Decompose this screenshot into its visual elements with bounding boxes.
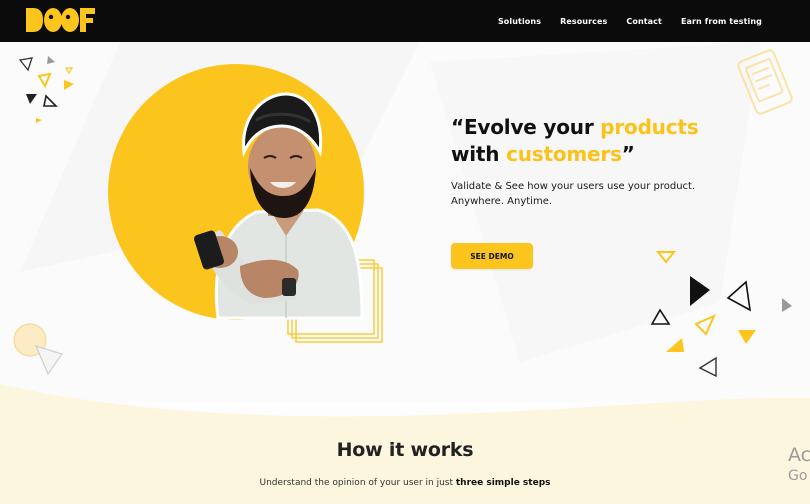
see-demo-button[interactable]: SEE DEMO xyxy=(451,243,533,269)
nav-earn-from-testing[interactable]: Earn from testing xyxy=(681,17,762,26)
top-navbar: Solutions Resources Contact Earn from te… xyxy=(0,0,810,42)
nav-links: Solutions Resources Contact Earn from te… xyxy=(498,0,762,42)
how-it-works-title: How it works xyxy=(336,439,474,461)
headline-close-quote: ” xyxy=(621,142,635,166)
hero-subtext: Validate & See how your users use your p… xyxy=(451,179,731,209)
watermark-line-2: Go xyxy=(788,468,808,484)
circle-triangle-doodle-icon xyxy=(13,323,63,376)
triangles-cluster-right-icon xyxy=(650,251,792,378)
activation-watermark: Ac Go xyxy=(788,444,810,486)
hero-subtext-line-2: Anywhere. Anytime. xyxy=(451,196,553,207)
headline-accent-customers: customers xyxy=(506,142,622,166)
doof-logo[interactable] xyxy=(24,5,96,35)
tablet-doodle-icon xyxy=(737,49,793,115)
headline-accent-products: products xyxy=(600,115,699,139)
hero-headline: “Evolve your products with customers” xyxy=(451,114,699,168)
hero-subtext-line-1: Validate & See how your users use your p… xyxy=(451,181,696,192)
nav-contact[interactable]: Contact xyxy=(626,17,662,26)
nav-solutions[interactable]: Solutions xyxy=(498,17,541,26)
how-subtitle-bold: three simple steps xyxy=(455,478,551,488)
headline-text-2: with xyxy=(451,142,507,166)
hero-person-image xyxy=(108,64,383,343)
how-it-works-subtitle: Understand the opinion of your user in j… xyxy=(0,478,810,488)
headline-text-1: “Evolve your xyxy=(451,115,601,139)
how-subtitle-text: Understand the opinion of your user in j… xyxy=(259,478,456,488)
triangles-cluster-icon xyxy=(18,56,74,123)
nav-resources[interactable]: Resources xyxy=(560,17,607,26)
watermark-line-1: Ac xyxy=(788,444,810,466)
